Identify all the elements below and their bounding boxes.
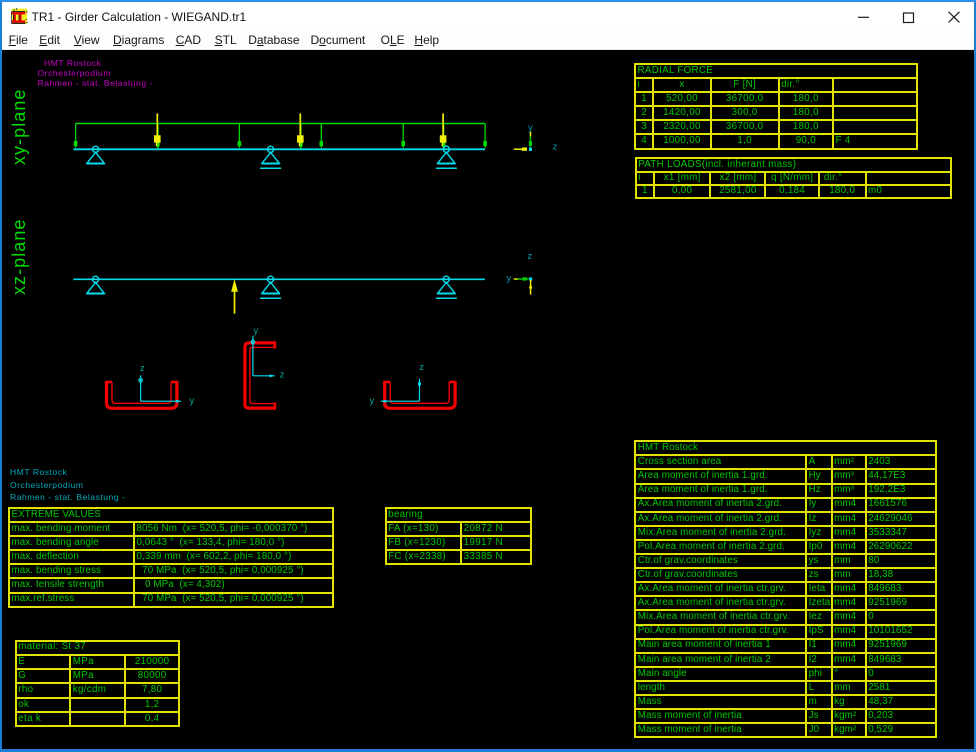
svg-text:y: y (190, 396, 195, 407)
svg-text:y: y (254, 326, 259, 337)
svg-text:z: z (553, 141, 558, 152)
svg-text:z: z (280, 369, 285, 380)
svg-text:y: y (528, 123, 533, 134)
svg-text:z: z (140, 363, 145, 374)
svg-text:y: y (507, 273, 512, 284)
svg-text:z: z (528, 251, 533, 262)
svg-text:z: z (419, 362, 424, 373)
svg-text:y: y (370, 396, 375, 407)
